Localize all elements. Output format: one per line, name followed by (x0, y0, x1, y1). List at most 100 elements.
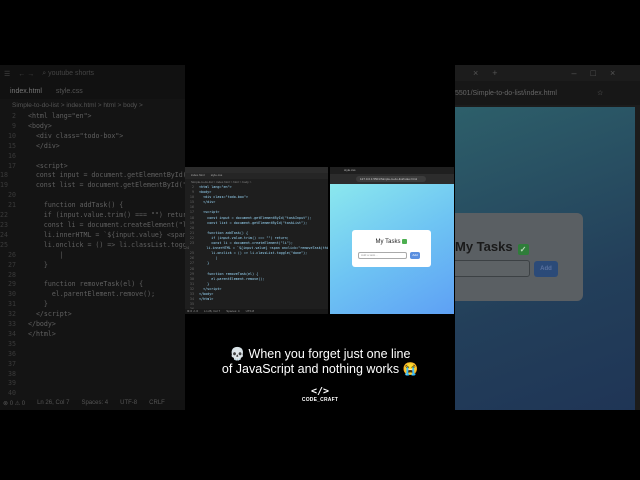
code-line: 18 const input = document.getElementById… (0, 171, 185, 181)
line-number: 16 (8, 151, 16, 160)
tab-style-css[interactable]: style.css (56, 88, 83, 95)
line-text: } (28, 300, 48, 309)
line-text: const list = document.getElementById("ta… (199, 220, 308, 225)
line-number: 23 (0, 220, 8, 229)
line-text: </div> (28, 141, 60, 150)
indent-setting[interactable]: Spaces: 4 (226, 309, 239, 314)
code-area[interactable]: 2 <html lang="en"> 9 <body> 10 <div class="t… (185, 185, 328, 314)
line-number: 2 (12, 112, 16, 120)
line-text: const input = document.getElementById("t… (35, 171, 185, 180)
line-text: </html> (28, 329, 56, 338)
line-number: 21 (8, 201, 16, 210)
maximize-icon[interactable]: □ (591, 68, 596, 78)
caption-line-2: of JavaScript and nothing works 😭 (221, 362, 419, 376)
line-text: const list = document.getElementById("ta… (35, 181, 185, 190)
logo-name: CODE_CRAFT (301, 397, 339, 403)
tab-style-css[interactable]: style.css (211, 173, 223, 179)
code-line: 9 <body> (0, 122, 185, 132)
caption: 💀 When you forget just one line of JavaSc… (0, 347, 640, 377)
card-title: My Tasks (455, 239, 513, 254)
line-text: <div class="todo-box"> (28, 131, 124, 140)
logo: </> CODE_CRAFT (0, 386, 640, 403)
page-viewport: My Tasks Add a task... Add (330, 184, 454, 314)
code-line: 34 </html> (0, 330, 185, 340)
bookmark-star-icon[interactable]: ☆ (597, 89, 603, 97)
nav-arrows-icon[interactable]: ← → (18, 71, 34, 78)
new-tab-icon[interactable]: + (492, 68, 497, 78)
line-number: 25 (0, 240, 8, 249)
close-window-icon[interactable]: × (610, 68, 615, 78)
menu-icon[interactable]: ☰ (4, 70, 10, 78)
caption-line-1: 💀 When you forget just one line (229, 347, 411, 361)
line-text: <script> (28, 161, 68, 170)
check-icon (402, 239, 408, 244)
browser-tab[interactable]: style.css (330, 167, 454, 174)
code-line: 32 </script> (0, 310, 185, 320)
code-line: 23 const li = document.createElement("li… (0, 221, 185, 231)
add-button[interactable]: Add (410, 252, 420, 259)
code-line: 26 | (0, 251, 185, 261)
line-text: | (28, 250, 64, 259)
line-number: 29 (8, 280, 16, 289)
line-number: 34 (8, 329, 16, 338)
code-line: 30 el.parentElement.remove(); (0, 290, 185, 300)
line-text: el.parentElement.remove(); (28, 290, 156, 299)
line-text: li.innerHTML = `${input.value} <span onc… (43, 230, 185, 239)
code-line: 24 li.innerHTML = `${input.value} <span … (0, 231, 185, 241)
line-number: 26 (8, 250, 16, 259)
line-text: function addTask() { (28, 201, 124, 210)
card-title: My Tasks (375, 239, 401, 245)
line-text: } (28, 260, 48, 269)
problems-count[interactable]: ⊗ 0 ⚠ 0 (187, 309, 198, 314)
add-button[interactable]: Add (534, 261, 558, 277)
line-number: 17 (8, 161, 16, 170)
line-number: 20 (8, 191, 16, 200)
line-text: <body> (28, 121, 52, 130)
line-number: 33 (8, 320, 16, 329)
cursor-position[interactable]: Ln 26, Col 7 (204, 309, 220, 314)
code-line: 33 </body> (0, 320, 185, 330)
logo-symbol: </> (310, 386, 330, 397)
close-tab-icon[interactable]: × (473, 68, 478, 78)
code-line: 21 function addTask() { (0, 201, 185, 211)
search-text: youtube shorts (48, 70, 95, 77)
tab-index-html[interactable]: index.html (10, 88, 42, 95)
line-number: 28 (8, 270, 16, 279)
line-text: function removeTask(el) { (28, 280, 144, 289)
code-line: 25 li.onclick = () => li.classList.toggl… (0, 241, 185, 251)
code-line: 19 const list = document.getElementById(… (185, 221, 328, 226)
line-number: 31 (8, 300, 16, 309)
line-number: 30 (8, 290, 16, 299)
code-line: 29 function removeTask(el) { (0, 280, 185, 290)
line-text: const li = document.createElement("li"); (19, 220, 185, 229)
line-text: </script> (28, 310, 72, 319)
code-line: 10 <div class="todo-box"> (0, 132, 185, 142)
line-text: </html> (199, 297, 214, 302)
line-text: <html lang="en"> (28, 112, 92, 120)
code-line: 22 if (input.value.trim() === "") return… (0, 211, 185, 221)
line-text: </div> (199, 200, 216, 205)
line-number: 24 (0, 230, 8, 239)
code-line: 2 <html lang="en"> (0, 112, 185, 122)
line-number: 27 (8, 260, 16, 269)
address-bar[interactable]: 127.0.0.1:5501/Simple-to-do-list/index.h… (356, 176, 426, 182)
line-number: 19 (0, 181, 8, 190)
line-text: li.onclick = () => li.classList.toggle("… (43, 240, 185, 249)
tab-index-html[interactable]: index.html (191, 173, 205, 179)
address-bar[interactable]: 5501/Simple-to-do-list/index.html (455, 90, 557, 97)
code-line: 28 (0, 271, 185, 281)
line-number: 18 (0, 171, 8, 180)
editor-window: index.html style.css Simple-to-do-list > … (185, 167, 328, 314)
line-number: 10 (8, 131, 16, 140)
task-input[interactable]: Add a task... (358, 252, 407, 259)
line-number: 32 (8, 310, 16, 319)
line-number: 22 (0, 211, 8, 220)
task-input[interactable] (455, 260, 530, 277)
check-icon: ✓ (517, 244, 529, 255)
code-line: 20 (0, 191, 185, 201)
breadcrumb: Simple-to-do-list > index.html > html > … (12, 102, 143, 109)
minimize-icon[interactable]: – (572, 68, 577, 78)
code-line: 27 } (0, 261, 185, 271)
search-box[interactable]: ⌕ youtube shorts (42, 70, 94, 78)
encoding[interactable]: UTF-8 (246, 309, 255, 314)
